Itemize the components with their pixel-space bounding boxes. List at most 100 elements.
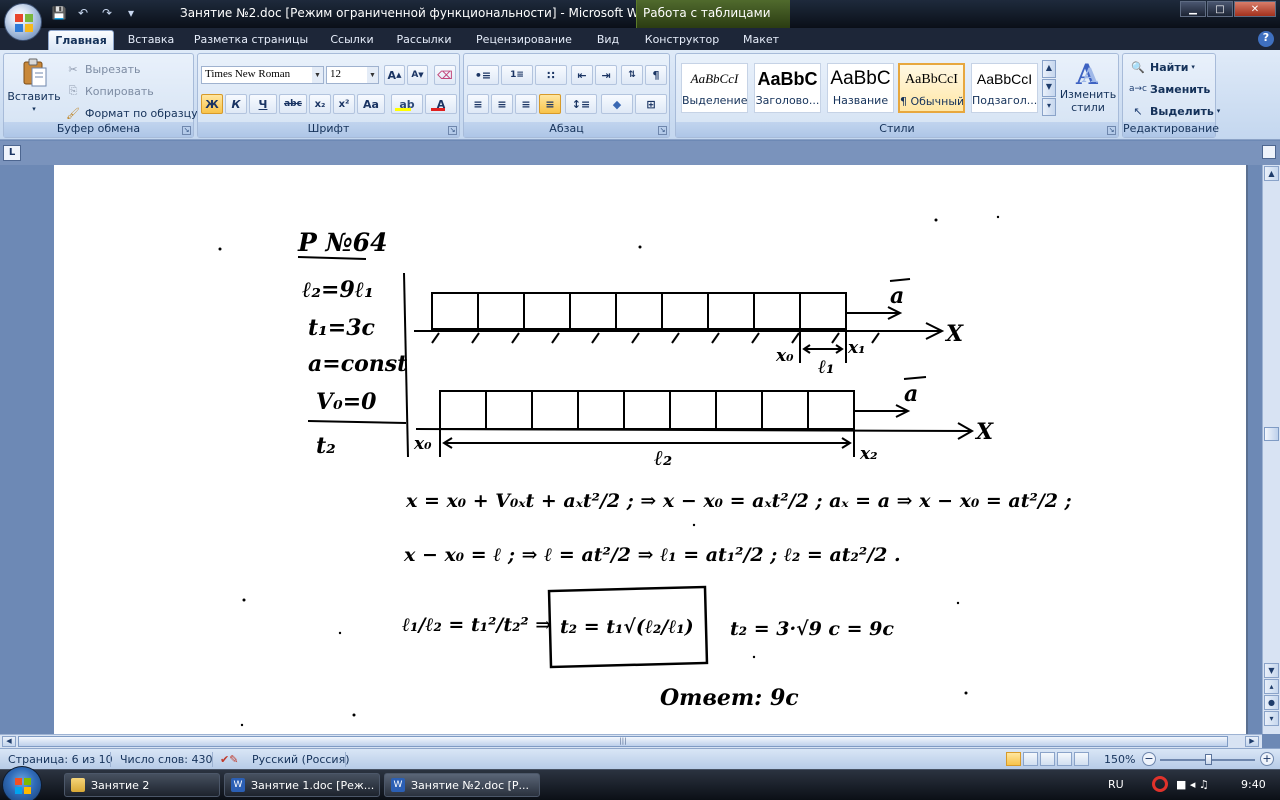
language-indicator[interactable]: Русский (Россия) — [252, 753, 350, 766]
proofing-icon[interactable]: ✔✎ — [220, 753, 238, 766]
multilevel-list-button[interactable]: ∷ — [535, 65, 567, 85]
tab-references[interactable]: Ссылки — [322, 30, 382, 50]
align-right-button[interactable]: ≡ — [515, 94, 537, 114]
styles-launcher-icon[interactable]: ↘ — [1107, 126, 1116, 135]
style-heading[interactable]: AaBbC Заголово... — [754, 63, 821, 113]
prev-page-icon[interactable]: ▴ — [1264, 679, 1279, 694]
decrease-indent-button[interactable]: ⇤ — [571, 65, 593, 85]
tab-view[interactable]: Вид — [590, 30, 626, 50]
print-layout-view-icon[interactable] — [1006, 752, 1021, 766]
document-page[interactable]: Р №64 ℓ₂=9ℓ₁ t₁=3с a=const V₀=0 t₂ X a x… — [54, 165, 1246, 734]
gallery-down-icon[interactable]: ▼ — [1042, 79, 1056, 97]
tab-mailings[interactable]: Рассылки — [392, 30, 456, 50]
change-styles-button[interactable]: A A Изменить стили — [1060, 58, 1116, 114]
tab-stop-selector[interactable]: L — [3, 145, 21, 161]
minimize-button[interactable]: ▁ — [1180, 1, 1206, 17]
select-button[interactable]: ↖ Выделить ▾ — [1129, 102, 1220, 120]
full-screen-view-icon[interactable] — [1023, 752, 1038, 766]
tab-review[interactable]: Рецензирование — [472, 30, 576, 50]
horizontal-scroll-thumb[interactable]: ||| — [18, 736, 1228, 747]
tray-icons[interactable]: ■ ◂ ♫ — [1176, 778, 1209, 791]
undo-icon[interactable]: ↶ — [74, 4, 92, 22]
increase-indent-button[interactable]: ⇥ — [595, 65, 617, 85]
clear-formatting-button[interactable]: ⌫ — [434, 65, 456, 85]
shrink-font-button[interactable]: A ▼ — [407, 65, 428, 85]
word-count[interactable]: Число слов: 430 — [120, 753, 213, 766]
zoom-out-icon[interactable]: − — [1142, 752, 1156, 766]
change-case-button[interactable]: Aa — [357, 94, 385, 114]
tab-home[interactable]: Главная — [48, 30, 114, 50]
highlight-button[interactable]: ab — [391, 94, 423, 114]
align-left-button[interactable]: ≡ — [467, 94, 489, 114]
scroll-down-icon[interactable]: ▼ — [1264, 663, 1279, 678]
copy-button[interactable]: ⎘ Копировать — [64, 82, 154, 100]
format-painter-button[interactable]: 🖌 Формат по образцу — [64, 104, 198, 122]
zoom-in-icon[interactable]: + — [1260, 752, 1274, 766]
zoom-slider-thumb[interactable] — [1205, 754, 1213, 765]
next-page-icon[interactable]: ▾ — [1264, 711, 1279, 726]
office-button[interactable] — [4, 3, 42, 41]
font-launcher-icon[interactable]: ↘ — [448, 126, 457, 135]
vertical-scrollbar[interactable]: ▲ ▼ ▴ ● ▾ — [1262, 165, 1280, 734]
taskbar-item-doc2[interactable]: W Занятие №2.doc [Р... — [384, 773, 540, 797]
outline-view-icon[interactable] — [1057, 752, 1072, 766]
gallery-up-icon[interactable]: ▲ — [1042, 60, 1056, 78]
save-icon[interactable]: 💾 — [50, 4, 68, 22]
borders-button[interactable]: ⊞ — [635, 94, 667, 114]
horizontal-scrollbar[interactable]: ◀ ||| ▶ — [0, 734, 1262, 748]
grow-font-button[interactable]: A ▲ — [384, 65, 405, 85]
font-name-combo[interactable]: Times New Roman ▼ — [201, 66, 324, 84]
replace-button[interactable]: a→c Заменить — [1129, 80, 1210, 98]
view-ruler-toggle[interactable] — [1262, 145, 1276, 159]
line-spacing-button[interactable]: ↕≡ — [565, 94, 597, 114]
gallery-more-icon[interactable]: ▾ — [1042, 98, 1056, 116]
bold-button[interactable]: Ж — [201, 94, 223, 114]
style-subtitle[interactable]: AaBbCcI Подзагол... — [971, 63, 1038, 113]
close-button[interactable]: ✕ — [1234, 1, 1276, 17]
italic-button[interactable]: К — [225, 94, 247, 114]
paragraph-launcher-icon[interactable]: ↘ — [658, 126, 667, 135]
tab-design[interactable]: Конструктор — [642, 30, 722, 50]
draft-view-icon[interactable] — [1074, 752, 1089, 766]
redo-icon[interactable]: ↷ — [98, 4, 116, 22]
style-emphasis[interactable]: AaBbCcI Выделение — [681, 63, 748, 113]
clipboard-launcher-icon[interactable]: ↘ — [182, 126, 191, 135]
customize-qat-icon[interactable]: ▾ — [122, 4, 140, 22]
vertical-scroll-thumb[interactable] — [1264, 427, 1279, 441]
start-button[interactable] — [2, 766, 42, 800]
clock[interactable]: 9:40 — [1241, 778, 1266, 791]
cut-button[interactable]: ✂ Вырезать — [64, 60, 140, 78]
show-marks-button[interactable]: ¶ — [645, 65, 667, 85]
keyboard-language[interactable]: RU — [1108, 778, 1124, 791]
style-title[interactable]: AaBbC Название — [827, 63, 894, 113]
taskbar-item-folder[interactable]: Занятие 2 — [64, 773, 220, 797]
tab-page-layout[interactable]: Разметка страницы — [192, 30, 310, 50]
align-center-button[interactable]: ≡ — [491, 94, 513, 114]
justify-button[interactable]: ≡ — [539, 94, 561, 114]
taskbar-item-doc1[interactable]: W Занятие 1.doc [Реж... — [224, 773, 380, 797]
tab-insert[interactable]: Вставка — [120, 30, 182, 50]
font-size-combo[interactable]: 12 ▼ — [326, 66, 379, 84]
numbering-button[interactable]: 1≡ — [501, 65, 533, 85]
tab-layout[interactable]: Макет — [736, 30, 786, 50]
sort-button[interactable]: ⇅ — [621, 65, 643, 85]
shading-button[interactable]: ◆ — [601, 94, 633, 114]
page-counter[interactable]: Страница: 6 из 10 — [8, 753, 113, 766]
superscript-button[interactable]: x² — [333, 94, 355, 114]
subscript-button[interactable]: x₂ — [309, 94, 331, 114]
underline-button[interactable]: Ч — [249, 94, 277, 114]
style-normal[interactable]: AaBbCcI ¶ Обычный — [898, 63, 965, 113]
bullets-button[interactable]: •≡ — [467, 65, 499, 85]
strikethrough-button[interactable]: abc — [279, 94, 307, 114]
scroll-left-icon[interactable]: ◀ — [2, 736, 16, 747]
font-color-button[interactable]: A — [425, 94, 457, 114]
document-area[interactable]: Р №64 ℓ₂=9ℓ₁ t₁=3с a=const V₀=0 t₂ X a x… — [0, 165, 1262, 734]
zoom-level[interactable]: 150% — [1104, 753, 1135, 766]
opera-icon[interactable] — [1152, 776, 1168, 792]
scroll-right-icon[interactable]: ▶ — [1245, 736, 1259, 747]
web-layout-view-icon[interactable] — [1040, 752, 1055, 766]
paste-button[interactable]: Вставить ▾ — [7, 58, 61, 113]
find-button[interactable]: 🔍 Найти ▾ — [1129, 58, 1195, 76]
browse-object-icon[interactable]: ● — [1264, 695, 1279, 710]
help-icon[interactable]: ? — [1258, 31, 1274, 47]
